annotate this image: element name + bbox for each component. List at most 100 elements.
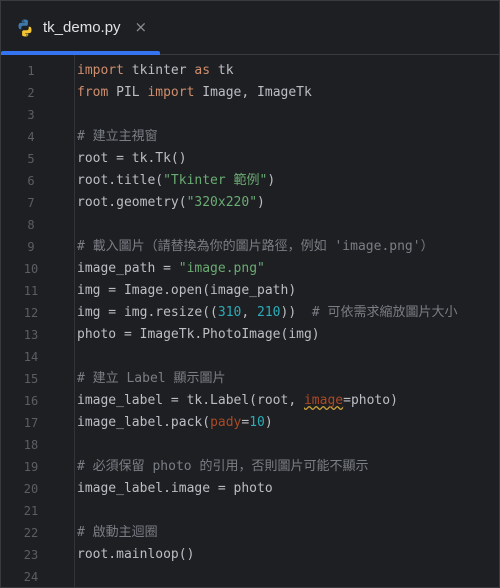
code-line[interactable]: 10 image_path = "image.png"	[1, 258, 499, 280]
code-token: image_path =	[77, 261, 179, 276]
code-text: root = tk.Tk()	[77, 148, 187, 170]
code-editor[interactable]: 1 import tkinter as tk 2 from PIL import Im…	[1, 55, 499, 587]
code-token: as	[194, 63, 211, 78]
code-text: # 建立 Label 顯示圖片	[77, 368, 225, 390]
line-number: 4	[27, 130, 35, 144]
code-token: img = img.resize((	[77, 305, 218, 320]
code-text: root.geometry("320x220")	[77, 192, 265, 214]
code-text: root.title("Tkinter 範例")	[77, 170, 275, 192]
code-token: image_label.pack(	[77, 415, 211, 430]
code-token: root = tk.Tk()	[77, 151, 187, 166]
code-line[interactable]: 17 image_label.pack(pady=10)	[1, 412, 499, 434]
code-token: # 建立主視窗	[77, 129, 158, 144]
code-token: root.title(	[77, 173, 164, 188]
code-token: Image, ImageTk	[194, 85, 312, 100]
code-text: image_label = tk.Label(root, image=photo…	[77, 390, 398, 412]
line-number: 6	[27, 174, 35, 188]
line-number: 3	[27, 108, 35, 122]
line-number: 17	[23, 416, 39, 430]
code-token: # 啟動主迴圈	[77, 525, 158, 540]
code-line[interactable]: 13 photo = ImageTk.PhotoImage(img)	[1, 324, 499, 346]
code-token: import	[77, 63, 124, 78]
code-text: root.mainloop()	[77, 544, 194, 566]
code-token: )	[264, 415, 273, 430]
line-number: 23	[23, 548, 39, 562]
code-token: )	[257, 195, 265, 210]
tab-tk-demo[interactable]: tk_demo.py ×	[1, 1, 160, 55]
code-text: image_path = "image.png"	[77, 258, 265, 280]
code-token: =photo)	[343, 393, 398, 408]
code-line[interactable]: 21	[1, 500, 499, 522]
line-number: 22	[23, 526, 39, 540]
code-line[interactable]: 14	[1, 346, 499, 368]
line-number: 12	[23, 306, 39, 320]
code-token: 310	[217, 305, 242, 320]
code-token: ,	[241, 305, 258, 320]
code-line[interactable]: 24	[1, 566, 499, 587]
code-token: root.geometry(	[77, 195, 187, 210]
line-number: 15	[23, 372, 39, 386]
code-line[interactable]: 8	[1, 214, 499, 236]
code-line[interactable]: 12 img = img.resize((310, 210)) # 可依需求縮放圖…	[1, 302, 499, 324]
code-token: img = Image.open(image_path)	[77, 283, 297, 298]
code-token: photo = ImageTk.PhotoImage(img)	[77, 327, 320, 342]
line-number: 10	[23, 262, 39, 276]
code-token: "320x220"	[186, 195, 258, 210]
code-line[interactable]: 5 root = tk.Tk()	[1, 148, 499, 170]
code-token: image_label.image = photo	[77, 481, 273, 496]
code-token: "Tkinter 範例"	[163, 173, 268, 188]
line-number: 19	[23, 460, 39, 474]
code-text: photo = ImageTk.PhotoImage(img)	[77, 324, 320, 346]
line-number: 2	[27, 86, 35, 100]
code-text: image_label.image = photo	[77, 478, 273, 500]
code-line[interactable]: 23 root.mainloop()	[1, 544, 499, 566]
code-line[interactable]: 6 root.title("Tkinter 範例")	[1, 170, 499, 192]
code-line[interactable]: 15 # 建立 Label 顯示圖片	[1, 368, 499, 390]
line-number: 14	[23, 350, 39, 364]
python-icon	[15, 18, 35, 38]
code-token: )	[267, 173, 276, 188]
close-tab-icon[interactable]: ×	[135, 20, 148, 35]
code-line[interactable]: 19 # 必須保留 photo 的引用，否則圖片可能不顯示	[1, 456, 499, 478]
code-text: # 必須保留 photo 的引用，否則圖片可能不顯示	[77, 456, 368, 478]
code-text: # 啟動主迴圈	[77, 522, 158, 544]
code-line[interactable]: 18	[1, 434, 499, 456]
code-token: tkinter	[123, 63, 195, 78]
code-line[interactable]: 9 # 載入圖片（請替換為你的圖片路徑，例如 'image.png'）	[1, 236, 499, 258]
code-text: # 建立主視窗	[77, 126, 158, 148]
code-token: 210	[257, 305, 281, 320]
code-text: img = Image.open(image_path)	[77, 280, 296, 302]
code-line[interactable]: 3	[1, 104, 499, 126]
code-token: pady	[210, 415, 242, 430]
code-text: img = img.resize((310, 210)) # 可依需求縮放圖片大…	[77, 302, 457, 324]
code-line[interactable]: 1 import tkinter as tk	[1, 60, 499, 82]
line-number: 21	[23, 504, 39, 518]
code-token: image	[303, 393, 344, 408]
line-number: 5	[27, 152, 35, 166]
line-number: 20	[23, 482, 39, 496]
code-text: image_label.pack(pady=10)	[77, 412, 273, 434]
code-token: ))	[280, 305, 312, 320]
line-number: 9	[27, 240, 35, 254]
code-token: # 可依需求縮放圖片大小	[311, 305, 458, 320]
line-number: 16	[23, 394, 39, 408]
code-line[interactable]: 11 img = Image.open(image_path)	[1, 280, 499, 302]
line-number: 7	[27, 196, 35, 210]
code-line[interactable]: 4 # 建立主視窗	[1, 126, 499, 148]
tab-filename: tk_demo.py	[43, 19, 121, 36]
editor-window: tk_demo.py × 1 import tkinter as tk 2 from …	[0, 0, 500, 588]
code-line[interactable]: 22 # 啟動主迴圈	[1, 522, 499, 544]
code-token: tk	[210, 63, 234, 78]
tab-bar: tk_demo.py ×	[1, 1, 499, 55]
line-number: 18	[23, 438, 39, 452]
line-number: 1	[27, 64, 35, 78]
code-text: from PIL import Image, ImageTk	[77, 82, 312, 104]
code-token: # 載入圖片（請替換為你的圖片路徑，例如 'image.png'）	[77, 239, 434, 254]
code-line[interactable]: 2 from PIL import Image, ImageTk	[1, 82, 499, 104]
code-token: image_label = tk.Label(root,	[77, 393, 304, 408]
code-line[interactable]: 16 image_label = tk.Label(root, image=pho…	[1, 390, 499, 412]
line-number: 13	[23, 328, 39, 342]
code-line[interactable]: 7 root.geometry("320x220")	[1, 192, 499, 214]
code-text: # 載入圖片（請替換為你的圖片路徑，例如 'image.png'）	[77, 236, 434, 258]
code-line[interactable]: 20 image_label.image = photo	[1, 478, 499, 500]
